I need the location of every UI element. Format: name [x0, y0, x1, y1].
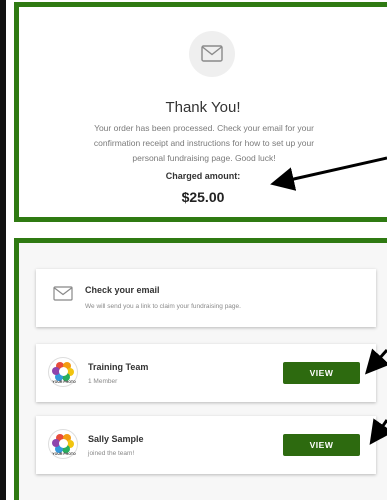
arrow-team-view: [364, 348, 387, 375]
arrow-charged-amount: [270, 156, 387, 191]
arrow-member-view: [369, 418, 387, 445]
arrow-annotations: [270, 156, 387, 445]
